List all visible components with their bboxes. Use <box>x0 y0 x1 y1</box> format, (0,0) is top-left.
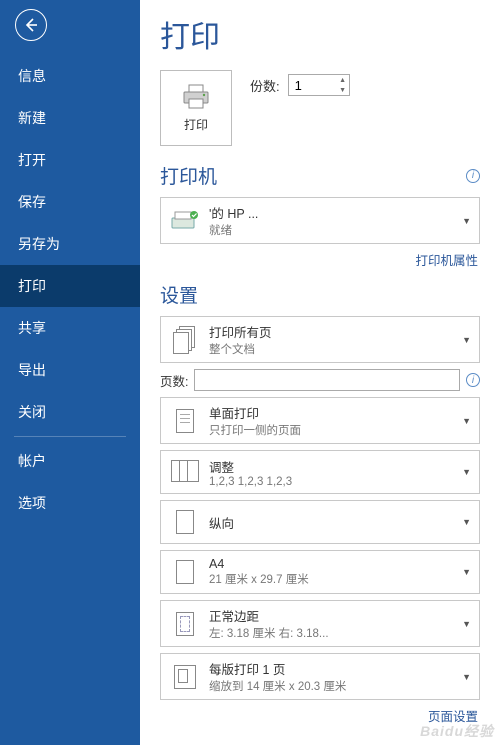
collate-sub: 1,2,3 1,2,3 1,2,3 <box>209 476 458 488</box>
copies-down-icon[interactable]: ▼ <box>337 85 349 95</box>
margins-dropdown[interactable]: 正常边距 左: 3.18 厘米 右: 3.18... ▼ <box>160 600 480 647</box>
side-sub: 只打印一侧的页面 <box>209 422 458 438</box>
watermark: Baidu经验 <box>420 721 494 741</box>
printer-icon <box>181 84 211 110</box>
print-side-dropdown[interactable]: 单面打印 只打印一侧的页面 ▼ <box>160 397 480 444</box>
printer-name: '的 HP ... <box>209 203 458 222</box>
sidebar-item-export[interactable]: 导出 <box>0 349 140 391</box>
margins-sub: 左: 3.18 厘米 右: 3.18... <box>209 625 458 641</box>
print-scope-dropdown[interactable]: 打印所有页 整个文档 ▼ <box>160 316 480 363</box>
chevron-down-icon: ▼ <box>462 467 471 477</box>
print-button-label: 打印 <box>184 116 208 133</box>
chevron-down-icon: ▼ <box>462 517 471 527</box>
side-title: 单面打印 <box>209 403 458 422</box>
collate-dropdown[interactable]: 调整 1,2,3 1,2,3 1,2,3 ▼ <box>160 450 480 494</box>
scope-sub: 整个文档 <box>209 341 458 357</box>
paper-sub: 21 厘米 x 29.7 厘米 <box>209 571 458 587</box>
margins-icon <box>169 608 201 640</box>
collate-title: 调整 <box>209 457 458 476</box>
settings-section-title: 设置 <box>160 281 198 308</box>
margins-title: 正常边距 <box>209 606 458 625</box>
printer-section-title: 打印机 <box>160 162 217 189</box>
sidebar-item-share[interactable]: 共享 <box>0 307 140 349</box>
pages-per-sheet-dropdown[interactable]: 每版打印 1 页 缩放到 14 厘米 x 20.3 厘米 ▼ <box>160 653 480 700</box>
chevron-down-icon: ▼ <box>462 567 471 577</box>
chevron-down-icon: ▼ <box>462 619 471 629</box>
sidebar-divider <box>14 436 126 437</box>
pages-input[interactable] <box>194 369 460 391</box>
printer-device-icon <box>169 205 201 237</box>
sidebar-item-print[interactable]: 打印 <box>0 265 140 307</box>
chevron-down-icon: ▼ <box>462 672 471 682</box>
scale-icon <box>169 661 201 693</box>
scope-title: 打印所有页 <box>209 322 458 341</box>
pages-stack-icon <box>169 324 201 356</box>
main-panel: 打印 打印 份数: 1 ▲ ▼ 打印机 i <box>140 0 500 745</box>
single-page-icon <box>169 405 201 437</box>
persheet-sub: 缩放到 14 厘米 x 20.3 厘米 <box>209 678 458 694</box>
sidebar-item-options[interactable]: 选项 <box>0 482 140 524</box>
info-icon[interactable]: i <box>466 373 480 387</box>
collate-icon <box>169 456 201 488</box>
orient-title: 纵向 <box>209 513 458 532</box>
copies-value: 1 <box>289 78 337 93</box>
printer-properties-link[interactable]: 打印机属性 <box>160 250 478 269</box>
back-button[interactable] <box>15 9 47 41</box>
pages-label: 页数: <box>160 371 188 390</box>
sidebar: 信息 新建 打开 保存 另存为 打印 共享 导出 关闭 帐户 选项 <box>0 0 140 745</box>
paper-size-dropdown[interactable]: A4 21 厘米 x 29.7 厘米 ▼ <box>160 550 480 594</box>
print-button[interactable]: 打印 <box>160 70 232 146</box>
info-icon[interactable]: i <box>466 169 480 183</box>
paper-icon <box>169 556 201 588</box>
sidebar-item-saveas[interactable]: 另存为 <box>0 223 140 265</box>
copies-up-icon[interactable]: ▲ <box>337 75 349 85</box>
copies-label: 份数: <box>250 76 280 95</box>
copies-spinner[interactable]: 1 ▲ ▼ <box>288 74 350 96</box>
orientation-dropdown[interactable]: 纵向 ▼ <box>160 500 480 544</box>
printer-dropdown[interactable]: '的 HP ... 就绪 ▼ <box>160 197 480 244</box>
sidebar-item-save[interactable]: 保存 <box>0 181 140 223</box>
sidebar-item-new[interactable]: 新建 <box>0 97 140 139</box>
persheet-title: 每版打印 1 页 <box>209 659 458 678</box>
paper-title: A4 <box>209 557 458 571</box>
sidebar-item-account[interactable]: 帐户 <box>0 440 140 482</box>
chevron-down-icon: ▼ <box>462 416 471 426</box>
portrait-icon <box>169 506 201 538</box>
sidebar-item-info[interactable]: 信息 <box>0 55 140 97</box>
chevron-down-icon: ▼ <box>462 335 471 345</box>
printer-status: 就绪 <box>209 222 458 238</box>
back-arrow-icon <box>23 17 39 33</box>
sidebar-item-close[interactable]: 关闭 <box>0 391 140 433</box>
sidebar-item-open[interactable]: 打开 <box>0 139 140 181</box>
chevron-down-icon: ▼ <box>462 216 471 226</box>
page-title: 打印 <box>160 12 480 56</box>
